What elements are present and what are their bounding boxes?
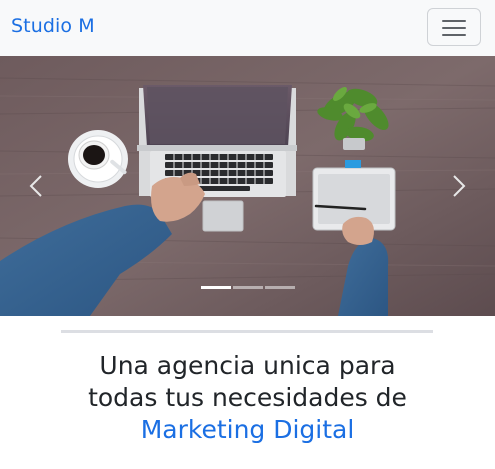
hamburger-menu-icon xyxy=(442,20,466,22)
menu-toggle-button[interactable] xyxy=(427,8,481,46)
carousel-next-button[interactable] xyxy=(425,56,495,316)
carousel-indicator-1[interactable] xyxy=(200,286,231,289)
carousel-slide-image xyxy=(0,56,495,316)
hero-headline: Una agencia unica para todas tus necesid… xyxy=(0,350,495,446)
hamburger-bar xyxy=(442,34,466,36)
headline-accent: Marketing Digital xyxy=(140,415,355,444)
carousel-indicator-3[interactable] xyxy=(264,286,295,289)
hamburger-bar xyxy=(442,27,466,29)
carousel-indicator-2[interactable] xyxy=(232,286,263,289)
hero-carousel xyxy=(0,56,495,316)
carousel-prev-button[interactable] xyxy=(0,56,70,316)
chevron-right-icon xyxy=(453,175,466,197)
navbar: Studio M xyxy=(0,0,495,56)
carousel-indicators xyxy=(0,286,495,290)
chevron-left-icon xyxy=(29,175,42,197)
brand-logo-link[interactable]: Studio M xyxy=(11,15,95,37)
headline-line-2: todas tus necesidades de xyxy=(88,383,407,412)
section-divider xyxy=(61,330,433,333)
headline-line-1: Una agencia unica para xyxy=(99,351,396,380)
